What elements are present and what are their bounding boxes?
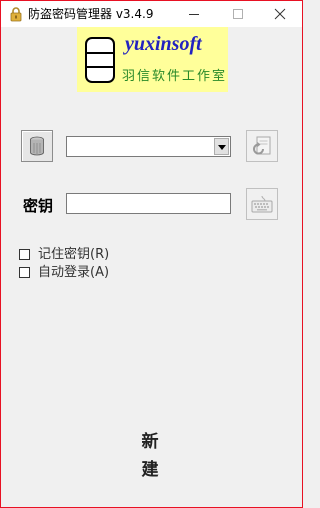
close-button[interactable] bbox=[258, 1, 302, 27]
window-title: 防盗密码管理器 v3.4.9 bbox=[28, 7, 154, 21]
app-window: 防盗密码管理器 v3.4.9 yuxinsoft 羽信软件工作室 密钥 记住密钥… bbox=[0, 0, 303, 508]
maximize-button[interactable] bbox=[216, 1, 260, 27]
maximize-icon bbox=[233, 9, 243, 19]
database-cylinder-icon bbox=[85, 37, 115, 83]
auto-login-label[interactable]: 自动登录(A) bbox=[38, 265, 109, 281]
remember-key-label[interactable]: 记住密钥(R) bbox=[38, 247, 109, 263]
keyboard-icon bbox=[251, 195, 273, 213]
logo-subtitle: 羽信软件工作室 bbox=[122, 69, 228, 84]
database-select[interactable] bbox=[66, 136, 231, 157]
close-icon bbox=[274, 8, 286, 20]
chevron-down-icon bbox=[218, 145, 226, 150]
refresh-document-icon bbox=[253, 136, 271, 155]
refresh-database-button[interactable] bbox=[246, 130, 278, 162]
open-database-button[interactable] bbox=[21, 130, 53, 162]
virtual-keyboard-button[interactable] bbox=[246, 188, 278, 220]
remember-key-checkbox[interactable] bbox=[19, 249, 30, 260]
key-input[interactable] bbox=[66, 193, 231, 214]
database-icon bbox=[30, 136, 44, 156]
minimize-button[interactable] bbox=[172, 1, 216, 27]
new-button[interactable]: 新 建 bbox=[113, 428, 189, 480]
dropdown-arrow-button[interactable] bbox=[214, 138, 229, 155]
key-label: 密钥 bbox=[23, 197, 54, 215]
logo-brand-name: yuxinsoft bbox=[125, 33, 202, 55]
title-bar[interactable]: 防盗密码管理器 v3.4.9 bbox=[1, 1, 302, 27]
brand-logo: yuxinsoft 羽信软件工作室 bbox=[77, 27, 228, 92]
app-lock-icon bbox=[8, 6, 24, 22]
auto-login-checkbox[interactable] bbox=[19, 267, 30, 278]
minimize-icon bbox=[189, 14, 199, 15]
